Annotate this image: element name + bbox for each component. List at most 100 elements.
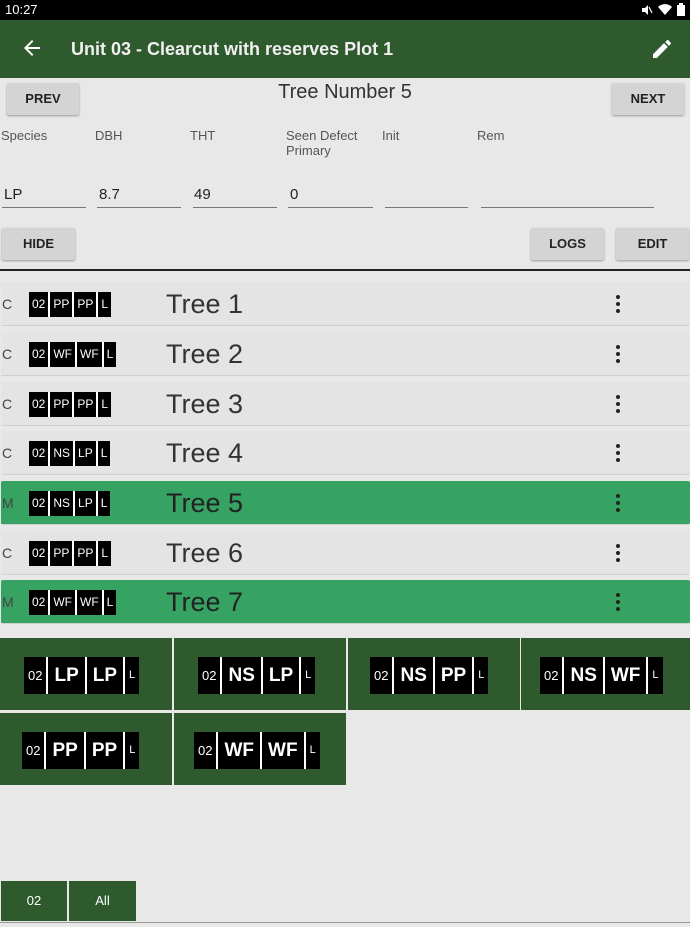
hide-button[interactable]: HIDE (2, 228, 75, 260)
species-tile[interactable]: 02 NS PP L (348, 638, 520, 710)
tile-code-badge: 02 NS WF L (540, 657, 663, 694)
species-tile[interactable]: 02 NS LP L (174, 638, 346, 710)
species-tile[interactable]: 02 PP PP L (0, 713, 172, 785)
code-class: L (648, 657, 663, 694)
code-species: NS (564, 657, 605, 694)
tree-name: Tree 3 (166, 389, 244, 419)
tree-status: C (2, 545, 13, 561)
seen-defect-field[interactable]: 0 (290, 186, 298, 203)
seen-defect-label: Seen Defect Primary (286, 128, 358, 158)
rem-label: Rem (477, 128, 505, 143)
rem-field-underline (481, 207, 654, 208)
more-vert-icon[interactable] (609, 392, 627, 416)
code-group: 02 (370, 657, 395, 694)
code-class: L (125, 657, 140, 694)
tab-02[interactable]: 02 (1, 881, 67, 921)
code-species-2: PP (74, 541, 99, 566)
tree-code-badge: 02 WF WF L (29, 590, 117, 615)
seen-defect-field-underline (288, 207, 373, 208)
tree-row[interactable]: C 02 NS LP L Tree 4 (1, 431, 690, 475)
battery-icon (677, 3, 685, 20)
code-species: NS (222, 657, 263, 694)
more-vert-icon[interactable] (609, 292, 627, 316)
code-species-2: PP (85, 732, 126, 769)
species-field[interactable]: LP (4, 186, 22, 203)
code-species: LP (48, 657, 87, 694)
code-group: 02 (29, 541, 51, 566)
tree-status: M (2, 495, 14, 511)
code-species-2: WF (604, 657, 649, 694)
code-group: 02 (29, 491, 51, 516)
code-class: L (103, 342, 117, 367)
dbh-label: DBH (95, 128, 123, 143)
code-species-2: LP (75, 441, 98, 466)
logs-button[interactable]: LOGS (531, 228, 604, 260)
pencil-icon[interactable] (650, 37, 674, 61)
code-species: PP (50, 392, 75, 417)
code-species-2: LP (86, 657, 126, 694)
more-vert-icon[interactable] (609, 491, 627, 515)
code-class: L (103, 590, 117, 615)
dbh-field[interactable]: 8.7 (99, 186, 120, 203)
tree-code-badge: 02 PP PP L (29, 292, 112, 317)
section-divider (0, 269, 690, 271)
tree-number-heading: Tree Number 5 (278, 81, 412, 103)
tree-status: C (2, 346, 13, 362)
more-vert-icon[interactable] (609, 590, 627, 614)
more-vert-icon[interactable] (609, 541, 627, 565)
tree-row[interactable]: C 02 PP PP L Tree 1 (1, 282, 690, 326)
screen-title: Unit 03 - Clearcut with reserves Plot 1 (71, 39, 394, 59)
code-group: 02 (29, 392, 51, 417)
tree-row[interactable]: M 02 WF WF L Tree 7 (1, 580, 690, 624)
tree-code-badge: 02 PP PP L (29, 541, 112, 566)
tree-name: Tree 6 (166, 538, 244, 568)
code-species-2: WF (77, 590, 104, 615)
more-vert-icon[interactable] (609, 342, 627, 366)
code-class: L (98, 392, 112, 417)
tree-row[interactable]: C 02 WF WF L Tree 2 (1, 332, 690, 376)
code-class: L (474, 657, 489, 694)
tree-row[interactable]: C 02 PP PP L Tree 3 (1, 382, 690, 426)
tree-code-badge: 02 NS LP L (29, 441, 111, 466)
tile-code-badge: 02 WF WF L (194, 732, 320, 769)
tree-row[interactable]: C 02 PP PP L Tree 6 (1, 531, 690, 575)
tree-code-badge: 02 WF WF L (29, 342, 117, 367)
tile-code-badge: 02 NS PP L (370, 657, 489, 694)
species-tile[interactable]: 02 WF WF L (174, 713, 346, 785)
tree-name: Tree 2 (166, 339, 244, 369)
wifi-icon (658, 3, 672, 20)
code-class: L (98, 292, 112, 317)
tht-field[interactable]: 49 (194, 186, 211, 203)
code-class: L (305, 732, 320, 769)
status-icons (641, 3, 685, 20)
next-button[interactable]: NEXT (612, 83, 684, 115)
init-label: Init (382, 128, 400, 143)
code-species-2: LP (75, 491, 98, 516)
code-species-2: PP (74, 292, 99, 317)
species-tile[interactable]: 02 LP LP L (0, 638, 172, 710)
dbh-field-underline (97, 207, 181, 208)
code-species: NS (394, 657, 435, 694)
tree-status: C (2, 396, 13, 412)
code-class: L (97, 491, 111, 516)
arrow-back-icon[interactable] (20, 36, 44, 60)
code-species: NS (50, 491, 76, 516)
init-field-underline (385, 207, 468, 208)
code-group: 02 (29, 441, 51, 466)
app-bar: Unit 03 - Clearcut with reserves Plot 1 (0, 20, 690, 78)
more-vert-icon[interactable] (609, 441, 627, 465)
status-bar: 10:27 (0, 0, 690, 20)
code-group: 02 (29, 342, 51, 367)
tile-code-badge: 02 PP PP L (22, 732, 140, 769)
species-tile[interactable]: 02 NS WF L (521, 638, 690, 710)
species-label: Species (1, 128, 48, 143)
code-species-2: LP (262, 657, 302, 694)
edit-button[interactable]: EDIT (616, 228, 689, 260)
tree-name: Tree 7 (166, 587, 244, 617)
tile-code-badge: 02 LP LP L (24, 657, 140, 694)
mute-icon (641, 4, 653, 20)
code-species: NS (50, 441, 76, 466)
tab-all[interactable]: All (69, 881, 136, 921)
tree-row[interactable]: M 02 NS LP L Tree 5 (1, 481, 690, 525)
code-group: 02 (198, 657, 223, 694)
